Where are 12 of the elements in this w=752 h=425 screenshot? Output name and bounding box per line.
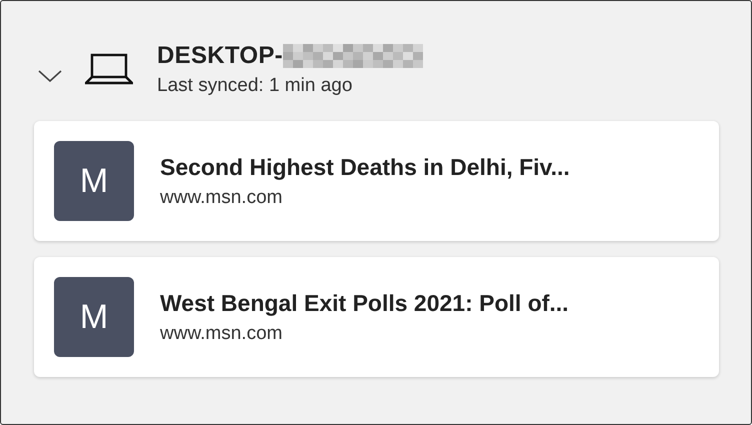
favicon-letter: M bbox=[54, 277, 134, 357]
last-synced-text: Last synced: 1 min ago bbox=[157, 74, 354, 96]
tab-title: Second Highest Deaths in Delhi, Fiv... bbox=[160, 154, 570, 180]
tab-card[interactable]: M Second Highest Deaths in Delhi, Fiv... www.msn.com bbox=[34, 121, 719, 241]
laptop-icon bbox=[85, 53, 133, 85]
tab-url: www.msn.com bbox=[160, 322, 284, 344]
tab-url: www.msn.com bbox=[160, 186, 284, 208]
chevron-down-icon[interactable] bbox=[37, 68, 63, 84]
favicon-letter: M bbox=[54, 141, 134, 221]
device-name: DESKTOP- bbox=[157, 42, 283, 70]
tab-title: West Bengal Exit Polls 2021: Poll of... bbox=[160, 290, 569, 316]
tab-card[interactable]: M West Bengal Exit Polls 2021: Poll of... www.msn.com bbox=[34, 257, 719, 377]
